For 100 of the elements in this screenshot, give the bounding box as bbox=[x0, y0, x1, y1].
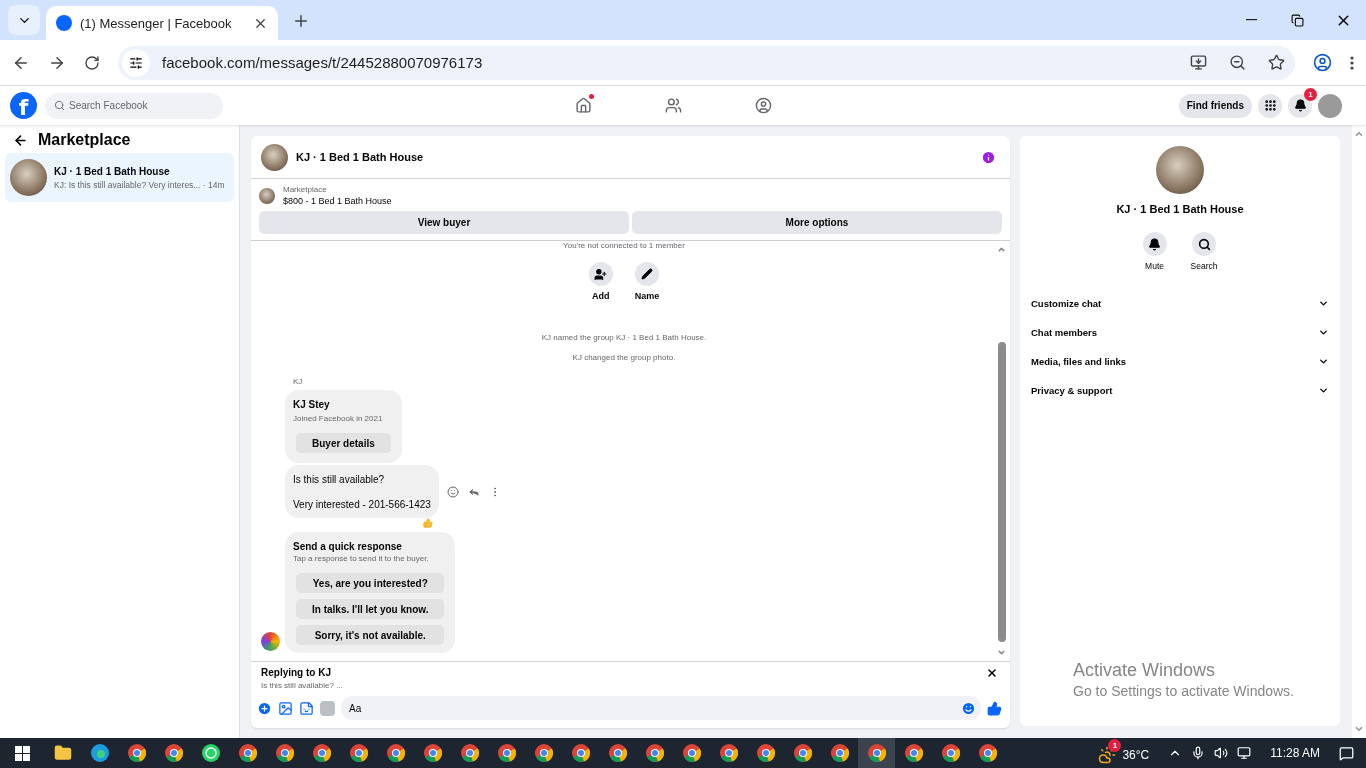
browser-icon bbox=[719, 744, 738, 762]
like-icon[interactable] bbox=[987, 700, 1002, 716]
chat-list-item[interactable]: KJ · 1 Bed 1 Bath House KJ: Is this still available? Very interes... · 14m bbox=[5, 153, 234, 202]
message-text: Very interested - 201-566-1423 bbox=[293, 499, 431, 510]
clock[interactable]: 11:28 AM bbox=[1270, 746, 1320, 760]
listing-title[interactable]: $800 - 1 Bed 1 Bath House bbox=[283, 196, 392, 206]
browser-icon bbox=[164, 744, 183, 762]
sender-avatar bbox=[261, 632, 280, 651]
action-button[interactable]: More options bbox=[632, 211, 1002, 234]
buyer-name: KJ Stey bbox=[293, 399, 331, 410]
scrollbar[interactable] bbox=[997, 245, 1006, 657]
bell-icon bbox=[1148, 237, 1162, 251]
browser-icon bbox=[645, 744, 664, 762]
details-section[interactable]: Privacy & support bbox=[1030, 376, 1330, 405]
facebook-logo[interactable]: f bbox=[10, 92, 37, 119]
browser-icon bbox=[312, 744, 331, 762]
notifications-icon[interactable] bbox=[1339, 745, 1354, 761]
profile-avatar[interactable] bbox=[1318, 93, 1342, 118]
buyer-joined: Joined Facebook in 2021 bbox=[293, 414, 384, 423]
connection-notice: You're not connected to 1 member bbox=[563, 241, 685, 250]
speaker-icon[interactable] bbox=[1214, 746, 1229, 760]
quick-response-button[interactable]: In talks. I'll let you know. bbox=[296, 599, 445, 619]
quick-response-button[interactable]: Sorry, it's not available. bbox=[296, 625, 445, 645]
browser-icon bbox=[830, 744, 849, 762]
pencil-icon bbox=[641, 268, 653, 280]
scroll-down-icon[interactable] bbox=[997, 648, 1006, 657]
notifications-button[interactable] bbox=[1288, 93, 1312, 118]
windows-logo-icon bbox=[14, 745, 30, 761]
search-icon bbox=[54, 100, 65, 111]
quick-response-hint: Tap a response to send it to the buyer. bbox=[293, 554, 430, 563]
replying-to-label: Replying to KJ bbox=[261, 667, 332, 678]
reply-preview: Is this still available? ... bbox=[261, 681, 344, 690]
browser-icon bbox=[867, 744, 886, 762]
site-info-button[interactable] bbox=[122, 48, 150, 77]
sticker-icon[interactable] bbox=[299, 700, 314, 716]
browser-tab[interactable]: (1) Messenger | Facebook bbox=[46, 6, 278, 40]
reload-button[interactable] bbox=[84, 54, 100, 71]
bookmark-button[interactable] bbox=[1268, 54, 1285, 71]
install-app-button[interactable] bbox=[1190, 54, 1207, 71]
browser-menu-button[interactable] bbox=[1350, 55, 1354, 70]
search-icon bbox=[1197, 237, 1211, 251]
browser-icon bbox=[460, 744, 479, 762]
photo-placeholder bbox=[261, 143, 288, 171]
reload-icon bbox=[84, 54, 100, 71]
details-section[interactable]: Chat members bbox=[1030, 318, 1330, 347]
message-field[interactable]: Aa bbox=[341, 696, 981, 720]
browser-icon bbox=[571, 744, 590, 762]
details-title: KJ · 1 Bed 1 Bath House bbox=[1116, 203, 1244, 215]
plus-icon bbox=[292, 12, 310, 30]
info-icon[interactable] bbox=[981, 149, 996, 165]
quick-response-button[interactable]: Yes, are you interested? bbox=[296, 573, 445, 593]
restore-icon bbox=[1290, 13, 1304, 27]
star-icon bbox=[1268, 54, 1285, 71]
details-section[interactable]: Customize chat bbox=[1030, 289, 1330, 318]
activation-text: Go to Settings to activate Windows. bbox=[1073, 683, 1294, 699]
notification-dot bbox=[589, 93, 594, 99]
browser-icon bbox=[90, 744, 109, 762]
bell-icon bbox=[1293, 99, 1307, 112]
browser-icon bbox=[793, 744, 812, 762]
chat-title: KJ · 1 Bed 1 Bath House bbox=[296, 151, 425, 163]
sidebar-title: Marketplace bbox=[38, 131, 131, 149]
people-icon bbox=[664, 97, 682, 114]
browser-icon bbox=[682, 744, 701, 762]
add-person-icon bbox=[594, 267, 608, 281]
weather-icon[interactable] bbox=[1098, 746, 1117, 764]
grid-icon bbox=[1263, 99, 1277, 112]
menu-dots-icon bbox=[1350, 55, 1354, 70]
browser-icon bbox=[608, 744, 627, 762]
browser-icon bbox=[127, 744, 146, 762]
scroll-up-icon[interactable] bbox=[1354, 129, 1364, 139]
temperature[interactable]: 36°C bbox=[1122, 748, 1150, 762]
zoom-out-icon bbox=[1229, 54, 1246, 71]
find-friends-button[interactable]: Find friends bbox=[1178, 93, 1252, 118]
image-icon[interactable] bbox=[278, 700, 293, 716]
browser-icon bbox=[534, 744, 553, 762]
browser-icon bbox=[423, 744, 442, 762]
notification-badge: 1 bbox=[1304, 87, 1317, 101]
browser-icon bbox=[349, 744, 368, 762]
close-icon[interactable] bbox=[986, 667, 998, 679]
new-tab-button[interactable] bbox=[292, 12, 310, 30]
scroll-up-icon[interactable] bbox=[997, 245, 1006, 254]
details-section[interactable]: Media, files and links bbox=[1030, 347, 1330, 376]
photo-placeholder bbox=[1156, 146, 1204, 194]
profile-icon bbox=[1313, 53, 1332, 72]
emoji-icon[interactable] bbox=[446, 485, 459, 498]
scroll-down-icon[interactable] bbox=[1354, 724, 1364, 734]
menu-button[interactable] bbox=[1258, 93, 1282, 118]
page-scrollbar[interactable] bbox=[1352, 125, 1366, 738]
microphone-icon[interactable] bbox=[1191, 746, 1206, 760]
zoom-button[interactable] bbox=[1229, 54, 1246, 71]
browser-icon bbox=[756, 744, 775, 762]
network-icon[interactable] bbox=[1237, 746, 1252, 760]
listing-label: Marketplace bbox=[283, 185, 328, 194]
profile-button[interactable] bbox=[1313, 53, 1332, 72]
facebook-logo-icon bbox=[56, 15, 72, 31]
buyer-details-button[interactable]: Buyer details bbox=[296, 433, 391, 453]
search-field[interactable]: Search Facebook bbox=[45, 92, 223, 119]
action-button[interactable]: View buyer bbox=[259, 211, 629, 234]
chat-preview: KJ: Is this still available? Very interes... · 14m bbox=[54, 179, 225, 190]
plus-icon[interactable] bbox=[257, 700, 272, 716]
